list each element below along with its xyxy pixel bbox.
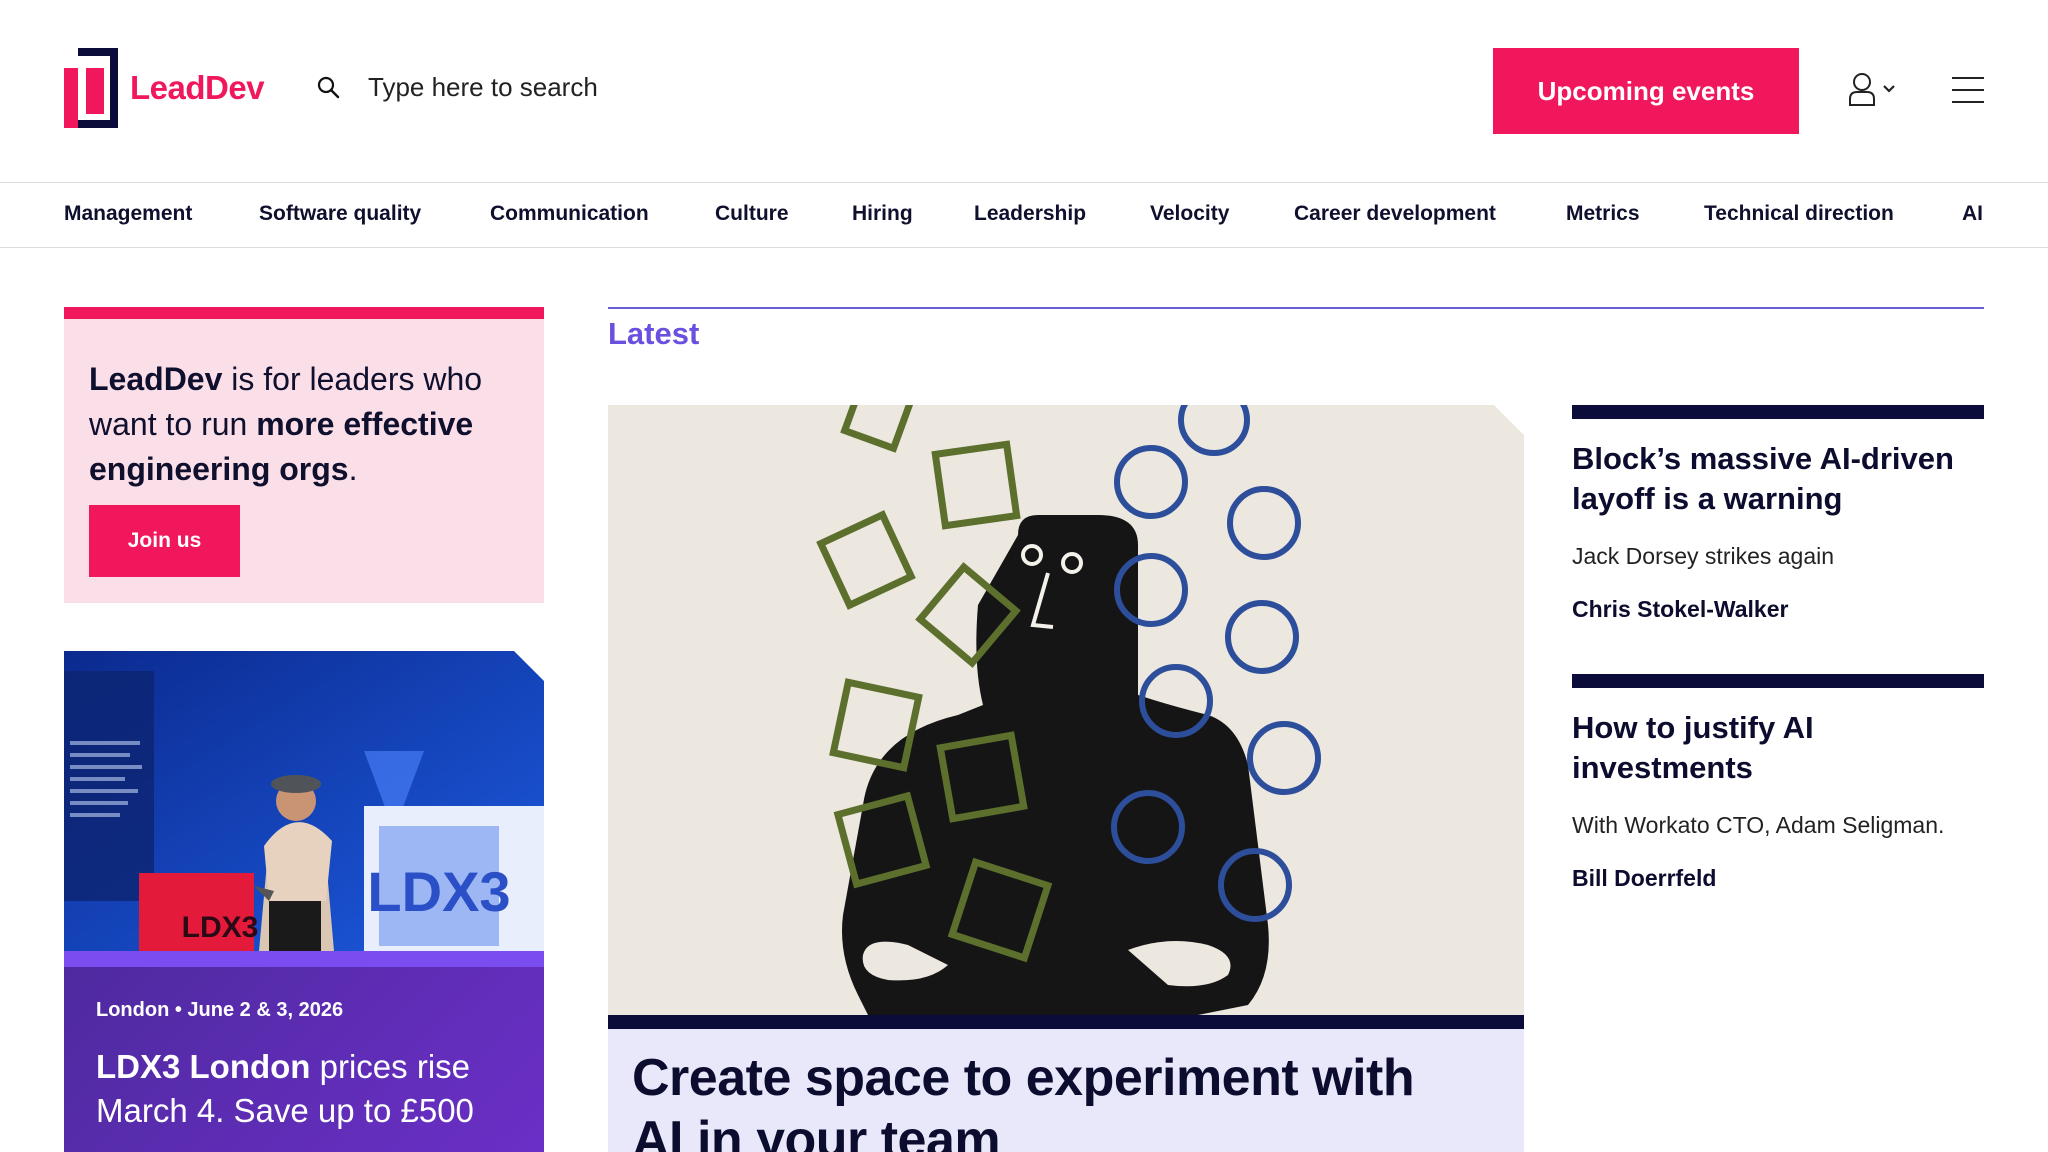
feature-article[interactable]: Create space to experiment with AI in yo… bbox=[608, 405, 1524, 1152]
event-body: London • June 2 & 3, 2026 LDX3 London pr… bbox=[64, 967, 544, 1152]
user-menu[interactable] bbox=[1848, 72, 1896, 106]
article-rule bbox=[1572, 674, 1984, 688]
feature-body: Create space to experiment with AI in yo… bbox=[608, 1029, 1524, 1152]
feature-accent-bar bbox=[608, 1015, 1524, 1029]
event-title-bold: LDX3 London bbox=[96, 1048, 311, 1085]
event-accent-strip bbox=[64, 951, 544, 967]
promo-text-2: . bbox=[348, 451, 358, 487]
nav-item-leadership[interactable]: Leadership bbox=[974, 202, 1086, 226]
logo-mark-icon bbox=[64, 48, 118, 128]
nav-item-software-quality[interactable]: Software quality bbox=[259, 202, 421, 226]
article-title[interactable]: Block’s massive AI-driven layoff is a wa… bbox=[1572, 439, 1984, 519]
article-author[interactable]: Bill Doerrfeld bbox=[1572, 865, 1984, 892]
podium-badge-text: LDX3 bbox=[367, 860, 510, 923]
article-description: With Workato CTO, Adam Seligman. bbox=[1572, 812, 1945, 838]
promo-text: LeadDev is for leaders who want to run m… bbox=[89, 357, 529, 492]
article-author[interactable]: Chris Stokel-Walker bbox=[1572, 596, 1984, 623]
logo[interactable]: LeadDev bbox=[64, 48, 265, 128]
chevron-down-icon bbox=[1883, 85, 1895, 93]
nav-item-communication[interactable]: Communication bbox=[490, 202, 649, 226]
membership-promo: LeadDev is for leaders who want to run m… bbox=[64, 307, 544, 603]
nav-item-hiring[interactable]: Hiring bbox=[852, 202, 913, 226]
event-card[interactable]: LDX3 LDX3 London • June 2 & 3, 2026 LDX3… bbox=[64, 651, 544, 1152]
nav-item-culture[interactable]: Culture bbox=[715, 202, 789, 226]
upcoming-events-button[interactable]: Upcoming events bbox=[1493, 48, 1799, 134]
search-bar[interactable] bbox=[316, 72, 788, 103]
menu-icon[interactable] bbox=[1952, 76, 1984, 104]
section-title-latest[interactable]: Latest bbox=[608, 316, 699, 352]
section-divider bbox=[608, 307, 1984, 309]
article-description: Jack Dorsey strikes again bbox=[1572, 543, 1835, 569]
search-input[interactable] bbox=[368, 72, 788, 103]
join-us-button[interactable]: Join us bbox=[89, 505, 240, 577]
nav-item-ai[interactable]: AI bbox=[1962, 202, 1983, 226]
nav-item-career-development[interactable]: Career development bbox=[1294, 202, 1496, 226]
event-title: LDX3 London prices rise March 4. Save up… bbox=[96, 1045, 516, 1133]
article-card[interactable]: Block’s massive AI-driven layoff is a wa… bbox=[1572, 405, 1984, 623]
site-header: LeadDev Upcoming events bbox=[0, 0, 2048, 183]
feature-illustration bbox=[608, 405, 1524, 1015]
logo-text: LeadDev bbox=[130, 69, 265, 106]
event-meta: London • June 2 & 3, 2026 bbox=[96, 999, 344, 1021]
nav-item-velocity[interactable]: Velocity bbox=[1150, 202, 1229, 226]
stage-badge-text: LDX3 bbox=[182, 911, 259, 944]
feature-title[interactable]: Create space to experiment with AI in yo… bbox=[632, 1047, 1452, 1152]
nav-item-technical-direction[interactable]: Technical direction bbox=[1704, 202, 1894, 226]
article-rule bbox=[1572, 405, 1984, 419]
article-card[interactable]: How to justify AI investments With Worka… bbox=[1572, 674, 1984, 892]
search-icon bbox=[317, 76, 340, 98]
user-icon bbox=[1849, 73, 1875, 106]
nav-item-metrics[interactable]: Metrics bbox=[1566, 202, 1640, 226]
article-title[interactable]: How to justify AI investments bbox=[1572, 708, 1984, 788]
event-photo: LDX3 LDX3 bbox=[64, 651, 544, 951]
topic-nav: Management Software quality Communicatio… bbox=[0, 184, 2048, 248]
promo-brand: LeadDev bbox=[89, 361, 223, 397]
nav-item-management[interactable]: Management bbox=[64, 202, 192, 226]
